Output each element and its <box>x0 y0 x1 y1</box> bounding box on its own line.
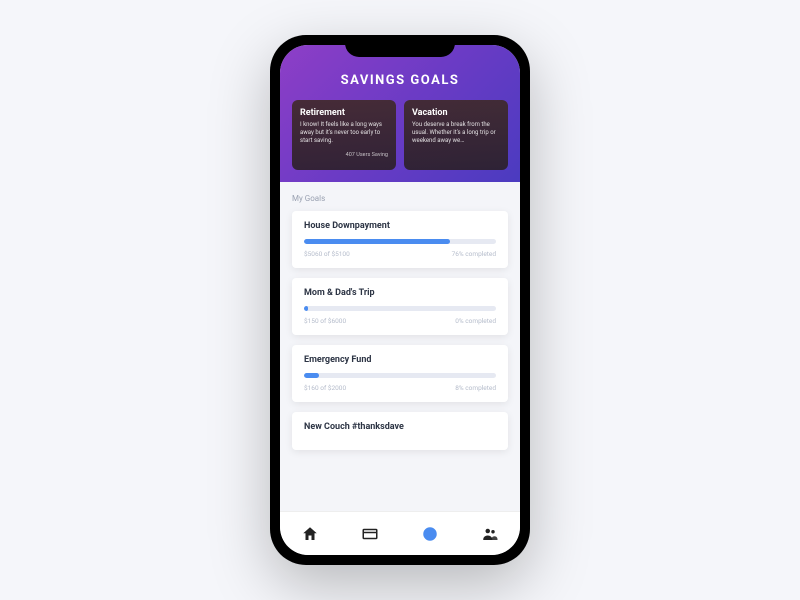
suggestion-card-vacation[interactable]: Vacation You deserve a break from the us… <box>404 100 508 170</box>
goal-stats: $5060 of $5100 76% completed <box>304 250 496 258</box>
suggestion-desc: You deserve a break from the usual. Whet… <box>412 121 500 144</box>
progress-track <box>304 239 496 244</box>
goal-card[interactable]: Mom & Dad's Trip $150 of $6000 0% comple… <box>292 278 508 335</box>
suggestion-title: Vacation <box>412 108 500 118</box>
tabbar <box>280 511 520 555</box>
content: My Goals House Downpayment $5060 of $510… <box>280 182 520 511</box>
home-icon[interactable] <box>301 525 319 543</box>
suggestion-cards-row[interactable]: Retirement I know! It feels like a long … <box>292 100 508 170</box>
page-title: SAVINGS GOALS <box>292 73 508 88</box>
goal-stats: $150 of $6000 0% completed <box>304 317 496 325</box>
goal-title: Mom & Dad's Trip <box>304 288 496 298</box>
goal-title: House Downpayment <box>304 221 496 231</box>
suggestion-card-retirement[interactable]: Retirement I know! It feels like a long … <box>292 100 396 170</box>
goal-title: Emergency Fund <box>304 355 496 365</box>
progress-fill <box>304 373 319 378</box>
app-screen: SAVINGS GOALS Retirement I know! It feel… <box>280 45 520 555</box>
progress-track <box>304 306 496 311</box>
goal-stats: $160 of $2000 8% completed <box>304 384 496 392</box>
goal-card[interactable]: New Couch #thanksdave <box>292 412 508 450</box>
progress-fill <box>304 239 450 244</box>
progress-track <box>304 373 496 378</box>
goal-title: New Couch #thanksdave <box>304 422 496 432</box>
goal-amount: $160 of $2000 <box>304 384 346 392</box>
card-icon[interactable] <box>361 525 379 543</box>
goal-amount: $150 of $6000 <box>304 317 346 325</box>
section-label: My Goals <box>292 194 508 203</box>
goal-amount: $5060 of $5100 <box>304 250 350 258</box>
goal-card[interactable]: House Downpayment $5060 of $5100 76% com… <box>292 211 508 268</box>
phone-notch <box>345 35 455 57</box>
suggestion-desc: I know! It feels like a long ways away b… <box>300 121 388 144</box>
goal-percent: 76% completed <box>452 250 496 258</box>
goal-percent: 8% completed <box>455 384 496 392</box>
goal-percent: 0% completed <box>455 317 496 325</box>
phone-frame: SAVINGS GOALS Retirement I know! It feel… <box>270 35 530 565</box>
target-icon[interactable] <box>421 525 439 543</box>
suggestion-title: Retirement <box>300 108 388 118</box>
suggestion-stats: 407 Users Saving <box>300 152 388 158</box>
people-icon[interactable] <box>481 525 499 543</box>
progress-fill <box>304 306 308 311</box>
header: SAVINGS GOALS Retirement I know! It feel… <box>280 45 520 182</box>
goal-card[interactable]: Emergency Fund $160 of $2000 8% complete… <box>292 345 508 402</box>
